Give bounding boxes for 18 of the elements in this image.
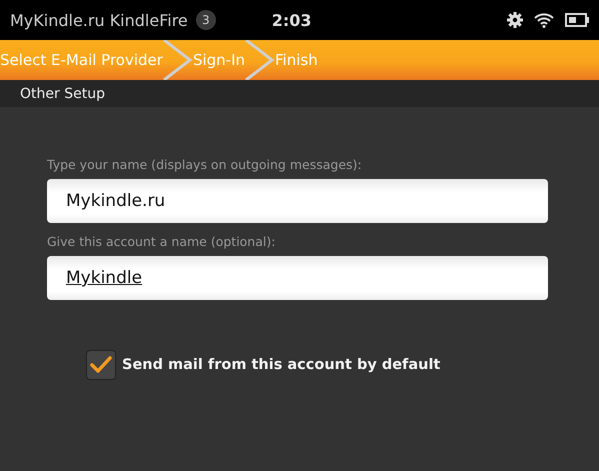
wifi-icon[interactable]: [533, 12, 555, 28]
settings-icon[interactable]: [507, 12, 523, 28]
section-title: Other Setup: [20, 86, 105, 102]
notification-badge[interactable]: 3: [196, 10, 216, 30]
text-input-field[interactable]: Mykindle: [47, 256, 548, 300]
field-label: Give this account a name (optional):: [47, 234, 276, 251]
clock: 2:03: [272, 10, 312, 30]
wizard-step: Select E-Mail Provider: [0, 40, 163, 80]
checkbox-label: Send mail from this account by default: [122, 357, 440, 373]
wizard-step: Finish: [275, 40, 318, 80]
chevron-separator-icon: [245, 40, 275, 80]
checkbox[interactable]: [86, 350, 116, 380]
status-title: MyKindle.ru KindleFire: [10, 10, 188, 30]
battery-icon[interactable]: [565, 13, 589, 27]
text-input-field[interactable]: Mykindle.ru: [47, 179, 548, 223]
chevron-separator-icon: [162, 40, 193, 80]
field-label: Type your name (displays on outgoing messages):: [47, 157, 363, 174]
wizard-step: Sign-In: [192, 40, 245, 80]
